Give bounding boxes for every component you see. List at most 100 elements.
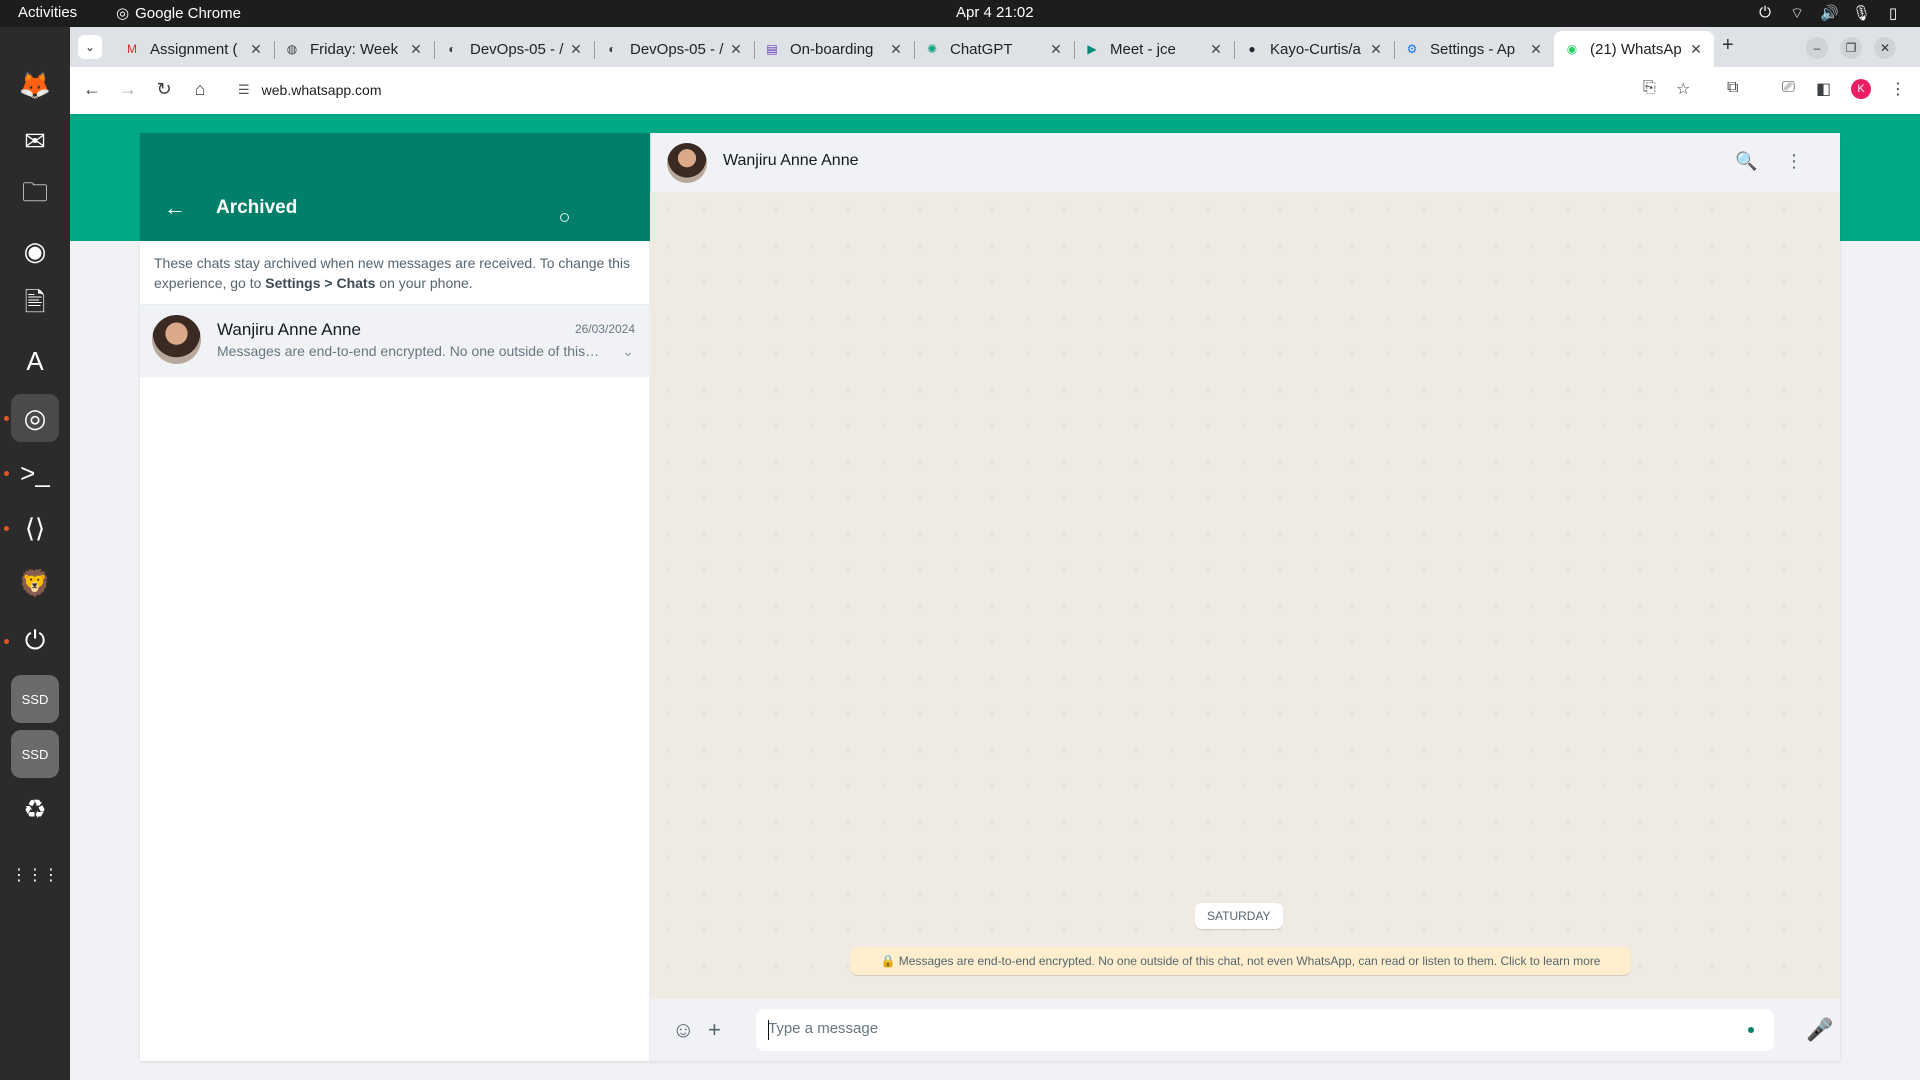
site-info-icon[interactable]: ☰ [238,82,250,98]
close-tab-icon[interactable]: ✕ [1208,41,1224,58]
address-bar[interactable]: ☰ web.whatsapp.com [224,73,1664,107]
close-tab-icon[interactable]: ✕ [1368,41,1384,58]
menu-icon[interactable]: ⋮ [1785,151,1803,172]
contact-name[interactable]: Wanjiru Anne Anne [723,152,859,170]
close-window-button[interactable]: ✕ [1874,37,1896,59]
browser-tab[interactable]: ✺ ChatGPT ✕ [914,31,1074,67]
browser-tab[interactable]: ◐ DevOps-05 - / ✕ [434,31,594,67]
app-center-icon[interactable]: A [11,337,59,385]
minimize-icon: – [1813,41,1821,55]
home-button[interactable]: ⌂ [188,79,212,100]
trash-icon[interactable]: ♻ [11,785,59,833]
files-icon[interactable]: 🗀 [11,172,59,220]
avatar[interactable] [667,143,707,183]
forward-button[interactable]: → [116,79,140,100]
emoji-icon[interactable]: ☺ [672,1017,694,1043]
tab-title: ChatGPT [950,40,1013,58]
minimize-button[interactable]: – [1806,37,1828,59]
tab-separator [1234,41,1235,59]
tab-separator [434,41,435,59]
browser-tab[interactable]: ▶ Meet - jce ✕ [1074,31,1234,67]
globe-icon: ◍ [286,42,298,56]
chat-preview: Messages are end-to-end encrypted. No on… [217,343,602,359]
maximize-button[interactable]: ❐ [1840,37,1862,59]
conversation-panel: Wanjiru Anne Anne 🔍 ⋮ SATURDAY 🔒 Message… [650,133,1840,1061]
browser-tab[interactable]: ● Kayo-Curtis/a ✕ [1234,31,1394,67]
bookmark-star-icon[interactable]: ☆ [1676,79,1690,99]
close-tab-icon[interactable]: ✕ [408,41,424,58]
cast-icon[interactable]: ⎚ [1782,79,1795,97]
close-tab-icon[interactable]: ✕ [248,41,264,58]
show-apps-icon[interactable]: ⋮⋮⋮ [11,851,59,899]
tab-title: Meet - jce [1110,40,1176,58]
ssd-drive-icon[interactable]: SSD [11,730,59,778]
clock[interactable]: Apr 4 21:02 [956,4,1034,21]
close-tab-icon[interactable]: ✕ [728,41,744,58]
browser-tab[interactable]: ⚙ Settings - Ap ✕ [1394,31,1554,67]
back-arrow-icon[interactable]: ← [164,195,186,221]
close-tab-icon[interactable]: ✕ [1048,41,1064,58]
web-page: ← Archived These chats stay archived whe… [70,114,1920,1080]
thunderbird-icon[interactable]: ✉ [11,117,59,165]
close-tab-icon[interactable]: ✕ [888,41,904,58]
dock: 🦊 ✉ 🗀 ◉ 🖹 A ◎ >_ ⟨⟩ 🦁 ⏻ SSD SSD ♻ ⋮⋮⋮ [0,27,70,1080]
tab-title: (21) WhatsAp [1590,40,1682,58]
vscode-icon[interactable]: ⟨⟩ [11,504,59,552]
back-button[interactable]: ← [80,79,104,100]
encryption-notice[interactable]: 🔒 Messages are end-to-end encrypted. No … [850,947,1631,975]
tab-title: Kayo-Curtis/a [1270,40,1361,58]
rhythmbox-icon[interactable]: ◉ [11,227,59,275]
terminal-icon[interactable]: >_ [11,449,59,497]
running-indicator [4,639,9,644]
browser-tab[interactable]: ◉ (21) WhatsAp ✕ [1554,31,1714,67]
arrow-left-icon: ← [83,79,101,99]
brave-icon[interactable]: 🦁 [11,559,59,607]
libreoffice-writer-icon[interactable]: 🖹 [11,282,59,330]
system-top-bar: Activities ◎ Google Chrome Apr 4 21:02 ⏻ … [0,0,1920,27]
volume-icon: 🔊 [1820,5,1839,22]
browser-tab[interactable]: ◍ Friday: Week ✕ [274,31,434,67]
side-panel-icon[interactable]: ◧ [1816,79,1831,99]
tab-separator [1074,41,1075,59]
system-tray[interactable]: ⏻ ⌔ 🔊 🎙 ▯ [1756,4,1902,23]
timer-icon[interactable]: ⏻ [11,617,59,665]
active-app-name: Google Chrome [135,4,241,22]
new-tab-button[interactable]: + [1722,34,1734,57]
tab-title: Assignment ( [150,40,238,58]
browser-tab[interactable]: M Assignment (✕ [114,31,274,67]
close-tab-icon[interactable]: ✕ [1688,41,1704,58]
tab-title: DevOps-05 - / [470,40,564,58]
firefox-icon[interactable]: 🦊 [11,61,59,109]
search-icon[interactable]: 🔍 [1735,151,1757,172]
more-menu-icon[interactable]: ⋮ [1890,79,1906,99]
browser-tab[interactable]: ▤ On-boarding ✕ [754,31,914,67]
message-input[interactable]: Type a message [756,1009,1774,1051]
whatsapp-app: ← Archived These chats stay archived whe… [140,133,1840,1061]
microphone-icon[interactable]: 🎤 [1806,1017,1833,1043]
conversation-header[interactable]: Wanjiru Anne Anne 🔍 ⋮ [650,133,1840,192]
message-composer: ☺ + Type a message 🎤 [650,999,1840,1061]
profile-avatar[interactable]: K [1851,79,1871,99]
reload-button[interactable]: ↻ [152,79,176,100]
browser-window: ⌄ + – ❐ ✕ M Assignment (✕ ◍ Friday: Week ✕ ◐ D… [70,27,1920,114]
chat-list-item[interactable]: Wanjiru Anne Anne 26/03/2024 Messages ar… [140,305,650,377]
chevron-down-icon[interactable]: ⌄ [622,343,634,360]
github-icon: ● [1248,42,1256,56]
chatgpt-icon: ✺ [926,42,938,56]
settings-path: Settings > Chats [265,275,376,291]
install-app-icon[interactable]: ⎘ [1643,79,1656,97]
attach-plus-icon[interactable]: + [708,1017,721,1043]
tab-search-button[interactable]: ⌄ [78,35,102,59]
loading-indicator [560,213,569,222]
chrome-icon[interactable]: ◎ [11,394,59,442]
activities-button[interactable]: Activities [18,4,77,21]
browser-tab[interactable]: ◐ DevOps-05 - / ✕ [594,31,754,67]
extensions-icon[interactable]: ⧉ [1727,79,1738,97]
active-app-menu[interactable]: ◎ Google Chrome [116,4,241,23]
date-divider: SATURDAY [1195,903,1283,929]
ssd-drive-icon[interactable]: SSD [11,675,59,723]
tab-strip: ⌄ + – ❐ ✕ M Assignment (✕ ◍ Friday: Week ✕ ◐ D… [70,27,1920,67]
close-tab-icon[interactable]: ✕ [568,41,584,58]
close-tab-icon[interactable]: ✕ [1528,41,1544,58]
battery-icon: ▯ [1888,5,1898,22]
